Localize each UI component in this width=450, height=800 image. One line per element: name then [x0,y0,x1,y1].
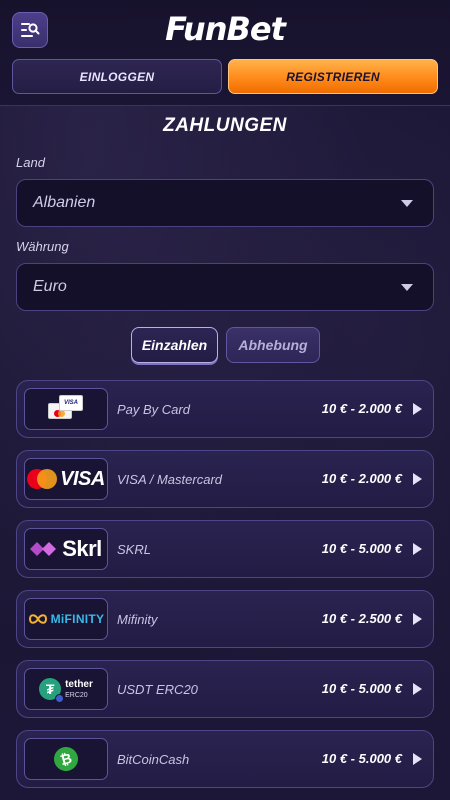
menu-button[interactable] [12,12,48,48]
payment-method-name: BitCoinCash [117,752,190,767]
country-select[interactable]: Albanien [16,179,434,227]
chevron-down-icon [401,200,413,207]
login-button[interactable]: EINLOGGEN [12,59,222,94]
mastercard-icon [27,469,58,489]
payment-method-range: 10 € - 2.000 € [321,401,402,416]
payment-method-row[interactable]: ₿ BitCoinCash 10 € - 5.000 € [16,730,434,788]
brand-logo[interactable]: FunBet [150,10,300,48]
top-header: FunBet EINLOGGEN REGISTRIEREN [0,0,450,106]
mifinity-wordmark: MiFINITY [50,612,105,626]
tab-withdrawal[interactable]: Abhebung [226,327,320,363]
payment-method-name: Mifinity [117,612,158,627]
payment-method-row[interactable]: VISA VISA / Mastercard 10 € - 2.000 € [16,450,434,508]
payment-method-name: Pay By Card [117,402,190,417]
payment-method-range: 10 € - 5.000 € [321,681,402,696]
payment-method-row[interactable]: ₮ tether ERC20 USDT ERC20 10 € - 5.000 € [16,660,434,718]
tether-logo: ₮ tether ERC20 [24,668,108,710]
play-arrow-icon [413,753,422,765]
infinity-icon [28,614,47,624]
payment-method-name: VISA / Mastercard [117,472,222,487]
payment-method-row[interactable]: MiFINITY Mifinity 10 € - 2.500 € [16,590,434,648]
payment-method-row[interactable]: Skrl SKRL 10 € - 5.000 € [16,520,434,578]
payment-method-range: 10 € - 2.000 € [321,471,402,486]
play-arrow-icon [413,683,422,695]
menu-search-icon [21,23,40,37]
country-label: Land [16,155,45,170]
payment-method-row[interactable]: VISA Pay By Card 10 € - 2.000 € [16,380,434,438]
payment-method-range: 10 € - 2.500 € [321,611,402,626]
country-value: Albanien [33,194,96,211]
play-arrow-icon [413,473,422,485]
play-arrow-icon [413,613,422,625]
bitcoincash-logo: ₿ [24,738,108,780]
play-arrow-icon [413,403,422,415]
register-button[interactable]: REGISTRIEREN [228,59,438,94]
currency-label: Währung [16,239,69,254]
visa-wordmark: VISA [60,467,105,490]
mifinity-logo: MiFINITY [24,598,108,640]
play-arrow-icon [413,543,422,555]
tether-network: ERC20 [65,691,88,699]
payment-method-range: 10 € - 5.000 € [321,751,402,766]
cards-logo: VISA [24,388,108,430]
payment-method-range: 10 € - 5.000 € [321,541,402,556]
chevron-down-icon [401,284,413,291]
visa-card-label: VISA [59,395,83,411]
tether-icon: ₮ [39,678,65,703]
tether-wordmark: tether [65,678,93,690]
tab-deposit[interactable]: Einzahlen [131,327,218,363]
payment-method-name: USDT ERC20 [117,682,198,697]
currency-value: Euro [33,278,67,295]
bitcoincash-icon: ₿ [51,744,81,774]
payment-method-name: SKRL [117,542,151,557]
skrill-wordmark: Skrl [62,536,102,561]
currency-select[interactable]: Euro [16,263,434,311]
diamond-icon [30,542,57,556]
skrill-logo: Skrl [24,528,108,570]
visa-mastercard-logo: VISA [24,458,108,500]
page-title: ZAHLUNGEN [163,115,287,136]
